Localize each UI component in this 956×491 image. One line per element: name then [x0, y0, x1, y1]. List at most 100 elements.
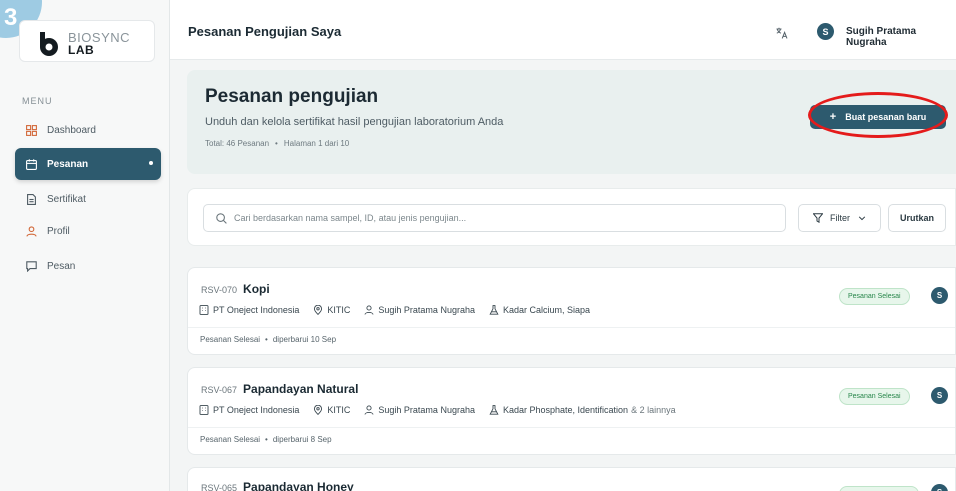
order-tests: Kadar Calcium, Siapa	[489, 305, 590, 315]
order-id: RSV-065	[201, 483, 238, 491]
sidebar-item-label: Sertifikat	[47, 193, 86, 205]
building-icon	[199, 405, 209, 415]
order-company-text: PT Oneject Indonesia	[213, 405, 300, 415]
assignee-avatar[interactable]: S	[931, 287, 948, 304]
order-header: RSV-065 Papandayan Honey	[201, 480, 354, 491]
order-tests-more[interactable]: & 2 lainnya	[631, 405, 676, 415]
sidebar-item-pesanan[interactable]: Pesanan	[15, 148, 161, 180]
order-person: Sugih Pratama Nugraha	[364, 405, 475, 415]
user-icon	[364, 405, 374, 415]
order-name[interactable]: Papandayan Natural	[243, 382, 358, 396]
order-header: RSV-070 Kopi	[201, 282, 270, 296]
search-input[interactable]	[234, 213, 785, 223]
location-pin-icon	[313, 305, 323, 315]
order-id: RSV-067	[201, 385, 238, 395]
separator-dot: •	[275, 139, 278, 148]
building-icon	[199, 305, 209, 315]
order-name[interactable]: Papandayan Honey	[243, 480, 354, 491]
filter-icon	[813, 213, 823, 223]
sidebar-item-sertifikat[interactable]: Sertifikat	[15, 184, 161, 214]
order-status-text: Pesanan Selesai	[200, 335, 261, 344]
location-pin-icon	[313, 405, 323, 415]
order-meta: PT Oneject Indonesia KITIC Sugih Pratama…	[199, 405, 690, 415]
order-meta: PT Oneject Indonesia KITIC Sugih Pratama…	[199, 305, 604, 315]
user-icon	[26, 225, 37, 237]
top-bar: Pesanan Pengujian Saya S Sugih Pratama N…	[170, 0, 956, 60]
assignee-avatar[interactable]: S	[931, 484, 948, 491]
orders-summary: Total: 46 Pesanan • Halaman 1 dari 10	[205, 139, 349, 148]
order-updated: diperbarui 8 Sep	[272, 435, 332, 444]
flask-icon	[489, 405, 499, 415]
divider	[188, 427, 955, 428]
sidebar-item-label: Profil	[47, 225, 70, 237]
menu-section-label: MENU	[22, 96, 53, 106]
sidebar-item-label: Pesan	[47, 260, 76, 272]
corner-badge-text: 3	[4, 4, 18, 31]
order-card[interactable]: RSV-067 Papandayan Natural PT Oneject In…	[187, 367, 956, 455]
separator-dot: •	[265, 335, 268, 344]
order-tests-text: Kadar Calcium, Siapa	[502, 305, 591, 315]
order-card[interactable]: RSV-065 Papandayan Honey S	[187, 467, 956, 491]
translate-icon[interactable]	[776, 27, 788, 39]
separator-dot: •	[265, 435, 268, 444]
order-company: PT Oneject Indonesia	[199, 405, 299, 415]
status-badge	[839, 486, 919, 491]
orders-header-panel: Pesanan pengujian Unduh dan kelola serti…	[187, 70, 956, 174]
order-person: Sugih Pratama Nugraha	[364, 305, 475, 315]
order-status-text: Pesanan Selesai	[200, 435, 261, 444]
order-tests-text: Kadar Phosphate, Identification	[502, 405, 629, 415]
order-header: RSV-067 Papandayan Natural	[201, 382, 358, 396]
sidebar-item-label: Dashboard	[47, 124, 96, 136]
order-location-text: KITIC	[327, 305, 351, 315]
search-icon	[216, 212, 227, 224]
order-card[interactable]: RSV-070 Kopi PT Oneject Indonesia KITIC …	[187, 267, 956, 355]
section-subtitle: Unduh dan kelola sertifikat hasil penguj…	[205, 116, 504, 128]
total-orders: Total: 46 Pesanan	[205, 139, 270, 148]
search-panel: Filter Urutkan	[187, 188, 956, 246]
sidebar: 3 BIOSYNC LAB MENU Dashboard Pesanan Ser…	[0, 0, 170, 491]
sidebar-item-label: Pesanan	[47, 158, 89, 170]
user-avatar[interactable]: S	[817, 23, 834, 40]
document-icon	[26, 193, 37, 205]
logo[interactable]: BIOSYNC LAB	[19, 20, 155, 62]
order-name[interactable]: Kopi	[243, 282, 270, 296]
search-box[interactable]	[203, 204, 786, 232]
status-badge: Pesanan Selesai	[839, 388, 910, 405]
active-indicator-dot	[149, 161, 153, 165]
order-location: KITIC	[313, 305, 350, 315]
sidebar-item-profil[interactable]: Profil	[15, 216, 161, 246]
sidebar-item-dashboard[interactable]: Dashboard	[15, 115, 161, 145]
flask-icon	[489, 305, 499, 315]
calendar-icon	[26, 158, 37, 170]
order-tests: Kadar Phosphate, Identification & 2 lain…	[489, 405, 676, 415]
order-status-line: Pesanan Selesai • diperbarui 10 Sep	[200, 335, 336, 344]
chevron-down-icon	[858, 214, 866, 222]
order-location-text: KITIC	[327, 405, 351, 415]
divider	[188, 327, 955, 328]
order-company: PT Oneject Indonesia	[199, 305, 299, 315]
filter-button-label: Filter	[830, 213, 850, 223]
plus-icon: +	[829, 111, 837, 123]
sort-button[interactable]: Urutkan	[888, 204, 946, 232]
message-icon	[26, 260, 37, 272]
order-location: KITIC	[313, 405, 350, 415]
filter-button[interactable]: Filter	[798, 204, 881, 232]
order-updated: diperbarui 10 Sep	[272, 335, 337, 344]
new-order-button-label: Buat pesanan baru	[845, 112, 927, 122]
user-name[interactable]: Sugih Pratama Nugraha	[846, 26, 956, 48]
assignee-avatar[interactable]: S	[931, 387, 948, 404]
biosync-logo-icon	[40, 32, 58, 56]
logo-text-bottom: LAB	[68, 43, 95, 57]
status-badge: Pesanan Selesai	[839, 288, 910, 305]
order-person-text: Sugih Pratama Nugraha	[378, 305, 475, 315]
sidebar-item-pesan[interactable]: Pesan	[15, 251, 161, 281]
order-status-line: Pesanan Selesai • diperbarui 8 Sep	[200, 435, 332, 444]
user-icon	[364, 305, 374, 315]
new-order-button[interactable]: + Buat pesanan baru	[810, 105, 946, 129]
page-title: Pesanan Pengujian Saya	[188, 24, 342, 39]
page-info: Halaman 1 dari 10	[283, 139, 350, 148]
order-company-text: PT Oneject Indonesia	[213, 305, 300, 315]
order-id: RSV-070	[201, 285, 238, 295]
order-person-text: Sugih Pratama Nugraha	[378, 405, 475, 415]
section-title: Pesanan pengujian	[205, 86, 379, 107]
